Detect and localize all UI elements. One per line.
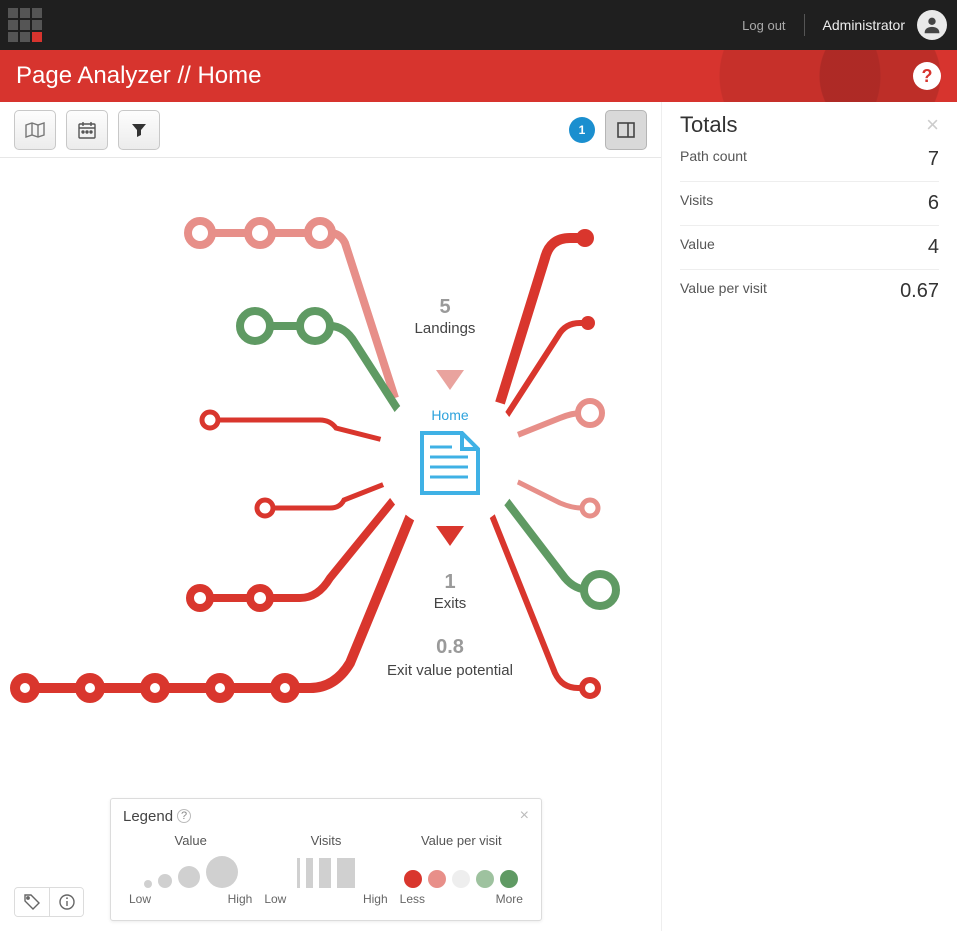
page-title: Page Analyzer // Home — [16, 62, 261, 90]
totals-panel: Totals × Path count 7 Visits 6 Value 4 Valu… — [662, 102, 957, 931]
center-node-label: Home — [431, 407, 469, 423]
landings-label: Landings — [415, 320, 476, 337]
legend-visits-title: Visits — [258, 833, 393, 848]
logout-link[interactable]: Log out — [742, 18, 785, 33]
username-label: Administrator — [823, 17, 905, 33]
help-button[interactable]: ? — [913, 62, 941, 90]
metric-row: Visits 6 — [680, 182, 939, 226]
page-count-badge: 1 — [569, 117, 595, 143]
metric-label: Path count — [680, 148, 747, 171]
legend-low2: Low — [264, 892, 286, 906]
map-button[interactable] — [14, 110, 56, 150]
metric-value: 4 — [928, 236, 939, 259]
divider — [804, 14, 805, 36]
page-header: Page Analyzer // Home ? — [0, 50, 957, 102]
legend-help-icon[interactable]: ? — [177, 809, 191, 823]
legend-low: Low — [129, 892, 151, 906]
filter-button[interactable] — [118, 110, 160, 150]
top-bar: Log out Administrator — [0, 0, 957, 50]
legend-vpv-title: Value per visit — [394, 833, 529, 848]
legend-title: Legend — [123, 808, 173, 825]
metric-value: 7 — [928, 148, 939, 171]
metric-label: Visits — [680, 192, 713, 215]
legend-panel: Legend ? × Value Low High Visits — [110, 798, 542, 921]
analyzer-pane: 1 — [0, 102, 662, 931]
metric-row: Value 4 — [680, 226, 939, 270]
avatar[interactable] — [917, 10, 947, 40]
metric-label: Value — [680, 236, 715, 259]
landings-value: 5 — [439, 296, 450, 318]
legend-less: Less — [400, 892, 425, 906]
calendar-button[interactable] — [66, 110, 108, 150]
info-icon[interactable] — [49, 888, 83, 916]
tag-icon[interactable] — [15, 888, 49, 916]
totals-close-button[interactable]: × — [926, 112, 939, 138]
exits-value: 1 — [444, 571, 455, 593]
panel-toggle-button[interactable] — [605, 110, 647, 150]
metric-value: 0.67 — [900, 280, 939, 303]
legend-high2: High — [363, 892, 388, 906]
metric-value: 6 — [928, 192, 939, 215]
legend-close-button[interactable]: × — [520, 807, 529, 825]
metric-row: Path count 7 — [680, 138, 939, 182]
legend-high: High — [228, 892, 253, 906]
exits-label: Exits — [434, 595, 467, 612]
evp-value: 0.8 — [436, 636, 464, 658]
path-diagram[interactable]: Home 5 Landings 1 Exits 0.8 Exit value p… — [0, 158, 660, 778]
legend-value-title: Value — [123, 833, 258, 848]
metric-row: Value per visit 0.67 — [680, 270, 939, 313]
metric-label: Value per visit — [680, 280, 767, 303]
footer-icon-group — [14, 887, 84, 917]
toolbar: 1 — [0, 102, 661, 158]
evp-label: Exit value potential — [387, 662, 513, 679]
app-logo[interactable] — [6, 6, 44, 44]
totals-title: Totals — [680, 112, 737, 138]
legend-more: More — [496, 892, 523, 906]
